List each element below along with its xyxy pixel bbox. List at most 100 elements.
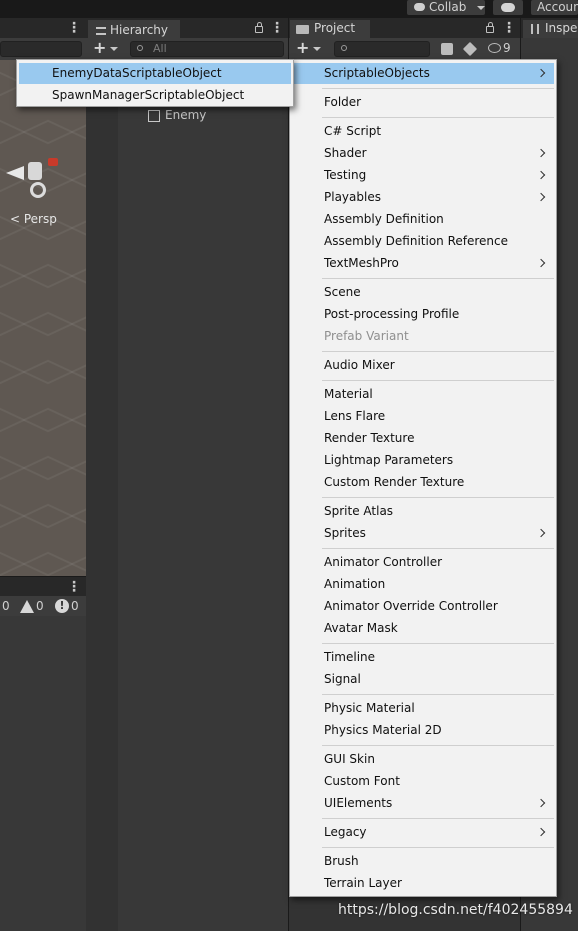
chevron-right-icon <box>536 528 546 538</box>
chevron-right-icon <box>536 798 546 808</box>
chevron-down-icon[interactable] <box>110 47 118 51</box>
more-options-icon[interactable]: ⋮ <box>270 21 284 35</box>
cloud-icon <box>501 3 515 12</box>
menu-item-textmeshpro[interactable]: TextMeshPro <box>292 253 554 274</box>
menu-item-label: Lens Flare <box>324 409 386 423</box>
menu-item-custom-render-texture[interactable]: Custom Render Texture <box>292 472 554 493</box>
menu-item-label: Physics Material 2D <box>324 723 442 737</box>
menu-separator <box>322 117 554 118</box>
collab-button[interactable]: Collab <box>407 0 485 15</box>
menu-item-testing[interactable]: Testing <box>292 165 554 186</box>
search-icon <box>341 45 347 51</box>
menu-item-assembly-definition-reference[interactable]: Assembly Definition Reference <box>292 231 554 252</box>
more-options-icon[interactable]: ⋮ <box>67 21 81 35</box>
menu-item-label: ScriptableObjects <box>324 66 430 80</box>
menu-item-animator-override-controller[interactable]: Animator Override Controller <box>292 596 554 617</box>
chevron-down-icon[interactable] <box>313 47 321 51</box>
menu-item-animation[interactable]: Animation <box>292 574 554 595</box>
cloud-button[interactable] <box>493 0 523 15</box>
lock-icon[interactable] <box>486 22 494 33</box>
more-options-icon[interactable]: ⋮ <box>502 21 516 35</box>
console-body <box>0 616 86 931</box>
menu-item-label: Shader <box>324 146 367 160</box>
menu-item-gui-skin[interactable]: GUI Skin <box>292 749 554 770</box>
menu-item-lightmap-parameters[interactable]: Lightmap Parameters <box>292 450 554 471</box>
log-count-toggle[interactable]: 0 <box>2 598 10 614</box>
tab-inspector[interactable]: Inspector <box>523 20 578 38</box>
menu-item-label: Post-processing Profile <box>324 307 460 321</box>
menu-item-label: Physic Material <box>324 701 415 715</box>
error-count-toggle[interactable]: ! 0 <box>55 598 79 614</box>
submenu-item-label: EnemyDataScriptableObject <box>52 66 222 80</box>
menu-item-sprite-atlas[interactable]: Sprite Atlas <box>292 501 554 522</box>
menu-item-label: Animator Controller <box>324 555 443 569</box>
label-tag-icon[interactable] <box>462 41 478 57</box>
menu-item-render-texture[interactable]: Render Texture <box>292 428 554 449</box>
submenu-item-label: SpawnManagerScriptableObject <box>52 88 245 102</box>
menu-item-shader[interactable]: Shader <box>292 143 554 164</box>
hidden-count: 9 <box>503 41 511 55</box>
menu-item-sprites[interactable]: Sprites <box>292 523 554 544</box>
menu-item-lens-flare[interactable]: Lens Flare <box>292 406 554 427</box>
menu-item-label: UIElements <box>324 796 393 810</box>
filter-by-type-icon[interactable] <box>441 43 453 55</box>
rotation-gizmo[interactable] <box>30 182 46 198</box>
menu-item-label: Sprites <box>324 526 366 540</box>
scene-view[interactable]: < Persp <box>0 60 86 576</box>
warning-count: 0 <box>36 599 44 613</box>
search-icon <box>137 45 143 51</box>
menu-item-legacy[interactable]: Legacy <box>292 822 554 843</box>
menu-item-brush[interactable]: Brush <box>292 851 554 872</box>
menu-item-label: Sprite Atlas <box>324 504 394 518</box>
menu-item-material[interactable]: Material <box>292 384 554 405</box>
menu-item-label: Assembly Definition Reference <box>324 234 509 248</box>
menu-item-scene[interactable]: Scene <box>292 282 554 303</box>
lock-icon[interactable] <box>255 22 263 33</box>
menu-item-assembly-definition[interactable]: Assembly Definition <box>292 209 554 230</box>
create-button[interactable]: + <box>296 40 309 56</box>
chevron-right-icon <box>536 68 546 78</box>
menu-item-folder[interactable]: Folder <box>292 92 554 113</box>
warning-count-toggle[interactable]: 0 <box>20 598 44 614</box>
menu-item-uielements[interactable]: UIElements <box>292 793 554 814</box>
menu-separator <box>322 745 554 746</box>
account-button[interactable]: Account <box>531 0 578 15</box>
tab-hierarchy[interactable]: Hierarchy <box>88 20 180 38</box>
menu-item-audio-mixer[interactable]: Audio Mixer <box>292 355 554 376</box>
menu-item-signal[interactable]: Signal <box>292 669 554 690</box>
menu-item-physic-material[interactable]: Physic Material <box>292 698 554 719</box>
inspector-tab-label: Inspector <box>545 21 578 35</box>
menu-item-c-script[interactable]: C# Script <box>292 121 554 142</box>
persp-label[interactable]: < Persp <box>10 212 57 226</box>
hidden-eye-icon[interactable] <box>488 43 501 53</box>
menu-item-timeline[interactable]: Timeline <box>292 647 554 668</box>
menu-item-playables[interactable]: Playables <box>292 187 554 208</box>
scene-search-input[interactable] <box>0 41 82 57</box>
menu-item-scriptableobjects[interactable]: ScriptableObjects <box>292 63 554 84</box>
menu-separator <box>322 694 554 695</box>
menu-item-post-processing-profile[interactable]: Post-processing Profile <box>292 304 554 325</box>
menu-item-label: Brush <box>324 854 359 868</box>
menu-separator <box>322 847 554 848</box>
camera-gizmo-icon[interactable] <box>6 166 24 180</box>
add-button[interactable]: + <box>93 40 106 56</box>
error-count: 0 <box>71 599 79 613</box>
menu-item-animator-controller[interactable]: Animator Controller <box>292 552 554 573</box>
character-gizmo[interactable] <box>28 162 42 180</box>
more-options-icon[interactable]: ⋮ <box>67 580 81 594</box>
submenu-item-enemydatascriptableobject[interactable]: EnemyDataScriptableObject <box>19 63 291 84</box>
chevron-right-icon <box>536 258 546 268</box>
hierarchy-search-input[interactable]: All <box>130 41 284 57</box>
axis-gizmo-red[interactable] <box>48 158 58 166</box>
menu-item-label: Scene <box>324 285 361 299</box>
menu-item-terrain-layer[interactable]: Terrain Layer <box>292 873 554 894</box>
menu-item-label: Testing <box>324 168 367 182</box>
menu-separator <box>322 351 554 352</box>
hierarchy-item-enemy[interactable]: Enemy <box>149 108 206 122</box>
menu-item-physics-material-2d[interactable]: Physics Material 2D <box>292 720 554 741</box>
project-search-input[interactable] <box>334 41 430 57</box>
menu-item-label: TextMeshPro <box>324 256 399 270</box>
menu-item-avatar-mask[interactable]: Avatar Mask <box>292 618 554 639</box>
menu-item-custom-font[interactable]: Custom Font <box>292 771 554 792</box>
submenu-item-spawnmanagerscriptableobject[interactable]: SpawnManagerScriptableObject <box>19 85 291 106</box>
